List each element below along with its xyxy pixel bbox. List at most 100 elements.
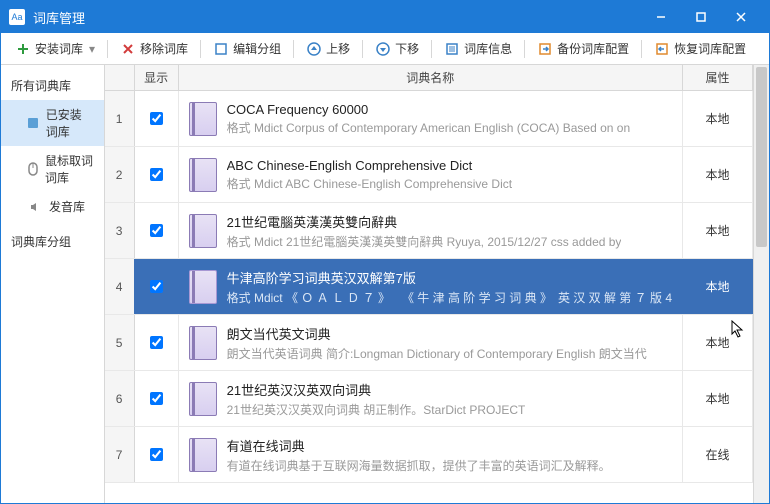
x-icon: [120, 41, 136, 57]
row-checkbox-cell: [135, 91, 179, 146]
dict-icon: [189, 382, 217, 416]
row-name-cell: 有道在线词典有道在线词典基于互联网海量数据抓取，提供了丰富的英语词汇及解释。: [179, 427, 683, 482]
dict-subtitle: 有道在线词典基于互联网海量数据抓取，提供了丰富的英语词汇及解释。: [227, 457, 611, 474]
col-attr[interactable]: 属性: [683, 65, 753, 90]
row-checkbox-cell: [135, 371, 179, 426]
dict-subtitle: 格式 Mdict 《 Ｏ Ａ Ｌ Ｄ ７ 》 《 牛 津 高 阶 学 习 词 典…: [227, 289, 672, 306]
dict-icon: [189, 270, 217, 304]
remove-button[interactable]: 移除词库: [114, 37, 194, 60]
import-icon: [654, 41, 670, 57]
sidebar-header-groups: 词典库分组: [1, 227, 104, 256]
dict-subtitle: 格式 Mdict ABC Chinese-English Comprehensi…: [227, 175, 512, 192]
backup-button[interactable]: 备份词库配置: [531, 37, 635, 60]
edit-group-button[interactable]: 编辑分组: [207, 37, 287, 60]
sidebar-item-mouse[interactable]: 鼠标取词词库: [1, 146, 104, 192]
col-show[interactable]: 显示: [135, 65, 179, 90]
row-checkbox-cell: [135, 315, 179, 370]
dict-icon: [189, 326, 217, 360]
row-checkbox-cell: [135, 259, 179, 314]
table-row[interactable]: 6 21世纪英汉汉英双向词典 21世纪英汉汉英双向词典 胡正制作。StarDict …: [105, 371, 753, 427]
plus-icon: [15, 41, 31, 57]
show-checkbox[interactable]: [150, 336, 163, 349]
row-name-cell: COCA Frequency 60000 格式 Mdict Corpus of C…: [179, 91, 683, 146]
app-icon: Aa: [9, 9, 25, 25]
row-attr: 本地: [683, 203, 753, 258]
row-checkbox-cell: [135, 427, 179, 482]
table-row[interactable]: 4 牛津高阶学习词典英汉双解第7版格式 Mdict 《 Ｏ Ａ Ｌ Ｄ ７ 》 《…: [105, 259, 753, 315]
up-icon: [306, 41, 322, 57]
table-row[interactable]: 5 朗文当代英文词典朗文当代英语词典 简介:Longman Dictionary …: [105, 315, 753, 371]
sidebar-item-voice[interactable]: 发音库: [1, 192, 104, 221]
move-down-button[interactable]: 下移: [369, 37, 425, 60]
close-button[interactable]: [721, 1, 761, 33]
sidebar-item-installed[interactable]: 已安装词库: [1, 100, 104, 146]
row-attr: 本地: [683, 315, 753, 370]
show-checkbox[interactable]: [150, 280, 163, 293]
speaker-icon: [27, 199, 43, 215]
dropdown-arrow-icon: ▾: [89, 42, 95, 56]
row-attr: 本地: [683, 91, 753, 146]
titlebar: Aa 词库管理: [1, 1, 769, 33]
table-row[interactable]: 1 COCA Frequency 60000 格式 Mdict Corpus of …: [105, 91, 753, 147]
row-number: 2: [105, 147, 135, 202]
minimize-button[interactable]: [641, 1, 681, 33]
dict-title: 有道在线词典: [227, 436, 611, 455]
info-icon: [444, 41, 460, 57]
row-number: 7: [105, 427, 135, 482]
maximize-button[interactable]: [681, 1, 721, 33]
row-name-cell: ABC Chinese-English Comprehensive Dict格式…: [179, 147, 683, 202]
edit-icon: [213, 41, 229, 57]
table-row[interactable]: 2 ABC Chinese-English Comprehensive Dict格…: [105, 147, 753, 203]
restore-button[interactable]: 恢复词库配置: [648, 37, 752, 60]
dict-icon: [189, 214, 217, 248]
row-number: 5: [105, 315, 135, 370]
row-attr: 在线: [683, 427, 753, 482]
dict-subtitle: 21世纪英汉汉英双向词典 胡正制作。StarDict PROJECT: [227, 401, 526, 418]
dict-title: 21世纪英汉汉英双向词典: [227, 380, 526, 399]
row-checkbox-cell: [135, 147, 179, 202]
sidebar: 所有词典库 已安装词库 鼠标取词词库 发音库 词典库分组: [1, 65, 105, 503]
row-name-cell: 牛津高阶学习词典英汉双解第7版格式 Mdict 《 Ｏ Ａ Ｌ Ｄ ７ 》 《 …: [179, 259, 683, 314]
show-checkbox[interactable]: [150, 224, 163, 237]
toolbar: 安装词库▾ 移除词库 编辑分组 上移 下移 词库信息 备份词库配置 恢复词库配置: [1, 33, 769, 65]
show-checkbox[interactable]: [150, 112, 163, 125]
window-title: 词库管理: [33, 8, 641, 27]
row-name-cell: 21世纪英汉汉英双向词典 21世纪英汉汉英双向词典 胡正制作。StarDict P…: [179, 371, 683, 426]
dict-icon: [189, 158, 217, 192]
col-name[interactable]: 词典名称: [179, 65, 683, 90]
show-checkbox[interactable]: [150, 392, 163, 405]
col-num: [105, 65, 135, 90]
dict-subtitle: 格式 Mdict 21世纪電腦英漢漢英雙向辭典 Ryuya, 2015/12/2…: [227, 233, 622, 250]
dict-table: 显示 词典名称 属性 1 COCA Frequency 60000 格式 Mdict…: [105, 65, 753, 503]
move-up-button[interactable]: 上移: [300, 37, 356, 60]
mouse-icon: [27, 161, 39, 177]
dict-title: COCA Frequency 60000: [227, 102, 631, 117]
scroll-thumb[interactable]: [756, 67, 767, 247]
book-icon: [27, 115, 40, 131]
table-row[interactable]: 3 21世纪電腦英漢漢英雙向辭典格式 Mdict 21世纪電腦英漢漢英雙向辭典 R…: [105, 203, 753, 259]
dict-icon: [189, 102, 217, 136]
show-checkbox[interactable]: [150, 448, 163, 461]
dict-title: 牛津高阶学习词典英汉双解第7版: [227, 268, 672, 287]
dict-icon: [189, 438, 217, 472]
row-attr: 本地: [683, 371, 753, 426]
table-row[interactable]: 7有道在线词典有道在线词典基于互联网海量数据抓取，提供了丰富的英语词汇及解释。在…: [105, 427, 753, 483]
row-attr: 本地: [683, 147, 753, 202]
dict-title: 朗文当代英文词典: [227, 324, 647, 343]
row-name-cell: 朗文当代英文词典朗文当代英语词典 简介:Longman Dictionary o…: [179, 315, 683, 370]
vertical-scrollbar[interactable]: [753, 65, 769, 503]
row-checkbox-cell: [135, 203, 179, 258]
dict-subtitle: 格式 Mdict Corpus of Contemporary American…: [227, 119, 631, 136]
row-number: 3: [105, 203, 135, 258]
row-number: 4: [105, 259, 135, 314]
row-number: 1: [105, 91, 135, 146]
dict-title: 21世纪電腦英漢漢英雙向辭典: [227, 212, 622, 231]
row-name-cell: 21世纪電腦英漢漢英雙向辭典格式 Mdict 21世纪電腦英漢漢英雙向辭典 Ry…: [179, 203, 683, 258]
dict-subtitle: 朗文当代英语词典 简介:Longman Dictionary of Contem…: [227, 345, 647, 362]
info-button[interactable]: 词库信息: [438, 37, 518, 60]
export-icon: [537, 41, 553, 57]
down-icon: [375, 41, 391, 57]
install-button[interactable]: 安装词库▾: [9, 37, 101, 60]
row-number: 6: [105, 371, 135, 426]
show-checkbox[interactable]: [150, 168, 163, 181]
